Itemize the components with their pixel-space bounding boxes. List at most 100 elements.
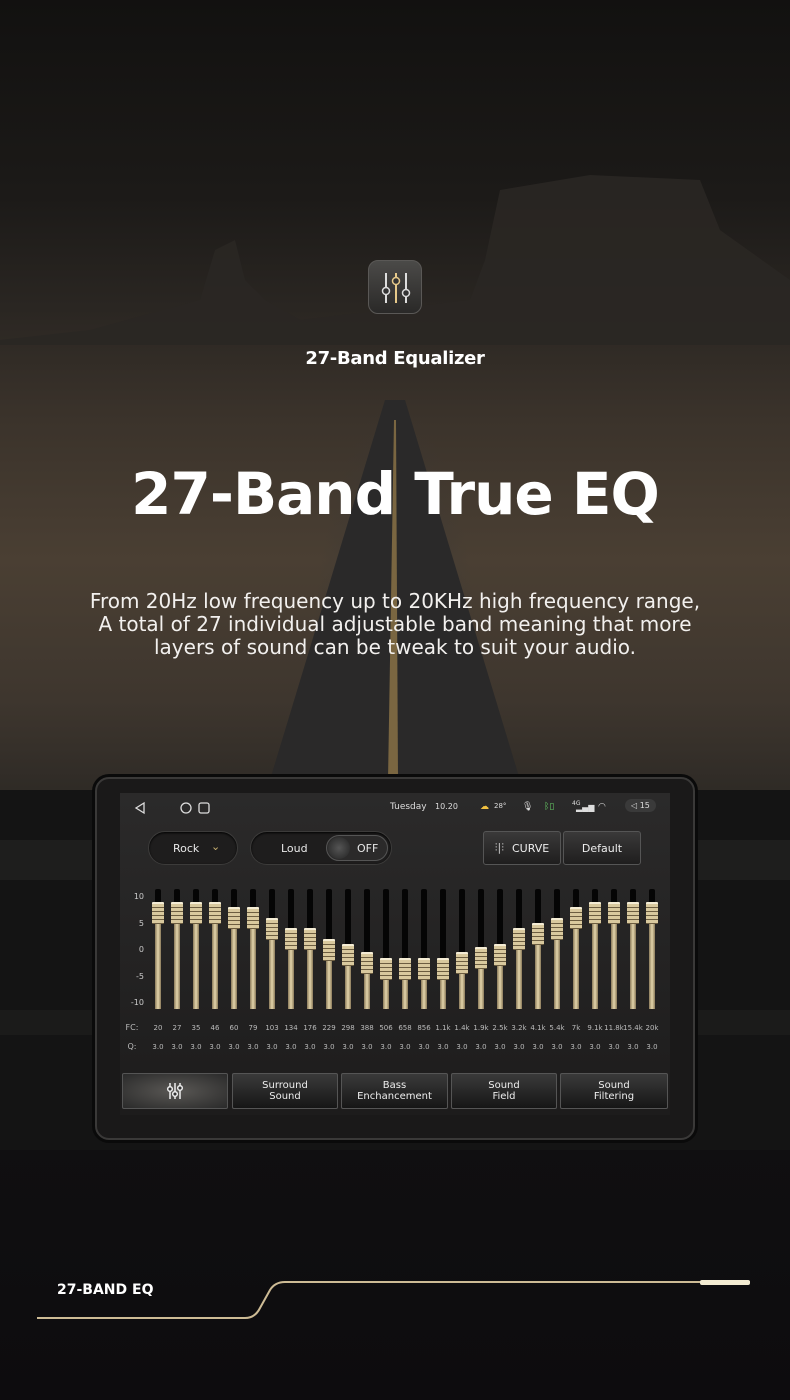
slider-knob-3.2k[interactable] — [513, 928, 525, 951]
slider-knob-7k[interactable] — [570, 907, 582, 930]
fc-value: 15.4k — [623, 1024, 643, 1032]
preset-value: Rock — [173, 842, 200, 855]
default-button[interactable]: Default — [563, 831, 641, 865]
status-day: Tuesday — [390, 802, 427, 812]
chevron-down-icon: ⌄ — [211, 840, 221, 853]
q-value: 3.0 — [418, 1043, 430, 1051]
fc-value: 35 — [191, 1024, 201, 1032]
q-value: 3.0 — [646, 1043, 658, 1051]
status-bar: Tuesday 10.20 ☁ 28° 🎙 ᛒ▯ 4G ▂▄▆ ◠ ◁ 15 — [120, 799, 670, 817]
slider-knob-658[interactable] — [399, 957, 411, 980]
slider-fill — [535, 934, 541, 1009]
volume-level: 15 — [639, 801, 650, 810]
slider-knob-46[interactable] — [209, 901, 221, 924]
slider-knob-1.1k[interactable] — [437, 957, 449, 980]
slider-knob-27[interactable] — [171, 901, 183, 924]
tab-equalizer[interactable] — [122, 1073, 228, 1109]
curve-button[interactable]: ⫶|⫶ CURVE — [483, 831, 561, 865]
fc-value: 7k — [571, 1024, 581, 1032]
slider-knob-9.1k[interactable] — [589, 901, 601, 924]
q-value: 3.0 — [361, 1043, 373, 1051]
q-value: 3.0 — [228, 1043, 240, 1051]
fc-value: 20 — [153, 1024, 163, 1032]
q-value: 3.0 — [494, 1043, 506, 1051]
q-value: 3.0 — [247, 1043, 259, 1051]
slider-knob-79[interactable] — [247, 907, 259, 930]
slider-knob-298[interactable] — [342, 944, 354, 967]
slider-knob-60[interactable] — [228, 907, 240, 930]
slider-fill — [554, 928, 560, 1009]
q-value: 3.0 — [627, 1043, 639, 1051]
slider-knob-20[interactable] — [152, 901, 164, 924]
axis-tick: 10 — [133, 892, 144, 901]
slider-knob-2.5k[interactable] — [494, 944, 506, 967]
preset-dropdown[interactable]: Rock ⌄ — [148, 831, 238, 865]
q-value: 3.0 — [570, 1043, 582, 1051]
fc-value: 1.9k — [473, 1024, 489, 1032]
fc-value: 103 — [265, 1024, 279, 1032]
slider-knob-4.1k[interactable] — [532, 923, 544, 946]
slider-knob-176[interactable] — [304, 928, 316, 951]
fc-value: 79 — [248, 1024, 258, 1032]
slider-knob-15.4k[interactable] — [627, 901, 639, 924]
slider-knob-103[interactable] — [266, 917, 278, 940]
slider-knob-35[interactable] — [190, 901, 202, 924]
slider-knob-229[interactable] — [323, 939, 335, 961]
tab-surround-sound[interactable]: Surround Sound — [232, 1073, 338, 1109]
volume-indicator[interactable]: ◁ 15 — [625, 799, 656, 812]
tab-sound-filtering[interactable]: Sound Filtering — [560, 1073, 668, 1109]
fc-value: 134 — [284, 1024, 298, 1032]
slider-knob-506[interactable] — [380, 957, 392, 980]
section-subtitle: 27-Band Equalizer — [305, 348, 485, 369]
recent-apps-icon[interactable] — [198, 802, 210, 814]
loud-toggle[interactable]: OFF — [326, 835, 388, 861]
q-value: 3.0 — [209, 1043, 221, 1051]
bluetooth-battery-icon: ᛒ▯ — [544, 802, 555, 812]
axis-tick: -5 — [136, 971, 144, 981]
fc-value: 298 — [341, 1024, 355, 1032]
slider-knob-11.8k[interactable] — [608, 901, 620, 924]
tab-sound-field[interactable]: Sound Field — [451, 1073, 557, 1109]
signal-icon: ▂▄▆ — [576, 803, 595, 812]
home-icon[interactable] — [180, 802, 192, 814]
fc-value: 46 — [210, 1024, 220, 1032]
slider-fill — [573, 918, 579, 1009]
slider-fill — [649, 912, 655, 1009]
fc-value: 1.4k — [454, 1024, 470, 1032]
desert-road-illustration — [0, 175, 790, 1150]
slider-knob-856[interactable] — [418, 957, 430, 980]
slider-knob-1.4k[interactable] — [456, 952, 468, 975]
fc-value: 11.8k — [604, 1024, 624, 1032]
slider-fill — [155, 912, 161, 1009]
back-icon[interactable] — [134, 801, 145, 815]
q-value: 3.0 — [304, 1043, 316, 1051]
slider-fill — [250, 918, 256, 1009]
loud-toggle-group: Loud OFF — [250, 831, 392, 865]
q-value: 3.0 — [285, 1043, 297, 1051]
equalizer-icon — [166, 1083, 184, 1099]
fc-value: 1.1k — [435, 1024, 451, 1032]
slider-knob-388[interactable] — [361, 952, 373, 975]
q-value: 3.0 — [266, 1043, 278, 1051]
slider-knob-1.9k[interactable] — [475, 946, 487, 969]
slider-knob-134[interactable] — [285, 928, 297, 951]
q-value: 3.0 — [513, 1043, 525, 1051]
equalizer-sliders-icon — [381, 273, 411, 303]
fc-value: 27 — [172, 1024, 182, 1032]
slider-fill — [592, 912, 598, 1009]
fc-value: 4.1k — [530, 1024, 546, 1032]
wifi-icon: ◠ — [598, 802, 606, 812]
status-time: 10.20 — [435, 802, 458, 811]
fc-value: 60 — [229, 1024, 239, 1032]
tab-bass-enhancement[interactable]: Bass Enchancement — [341, 1073, 448, 1109]
axis-tick: -10 — [130, 998, 144, 1007]
fc-value: 506 — [379, 1024, 393, 1032]
fc-value: 2.5k — [492, 1024, 508, 1032]
fc-value: 5.4k — [549, 1024, 565, 1032]
slider-knob-5.4k[interactable] — [551, 917, 563, 940]
slider-knob-20k[interactable] — [646, 901, 658, 924]
description-line: A total of 27 individual adjustable band… — [98, 612, 692, 636]
loud-state: OFF — [357, 842, 379, 855]
q-value: 3.0 — [437, 1043, 449, 1051]
q-value: 3.0 — [608, 1043, 620, 1051]
